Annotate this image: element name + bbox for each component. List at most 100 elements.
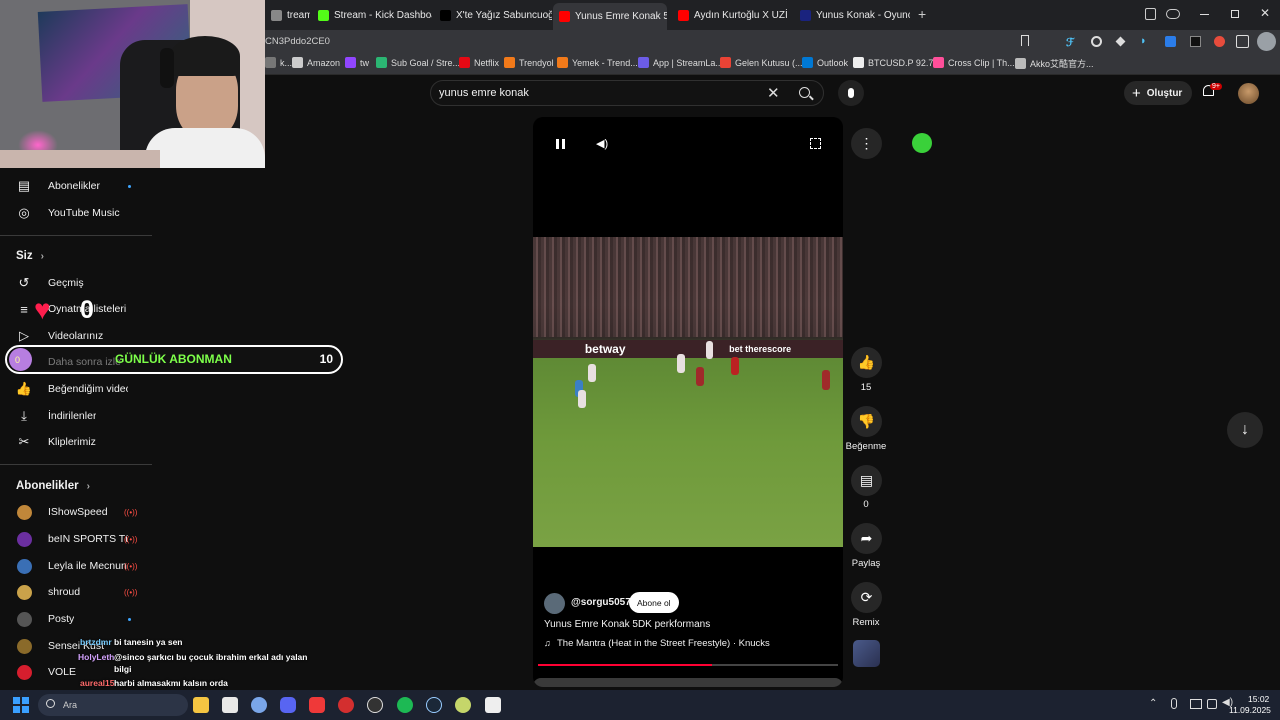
- volume-icon[interactable]: ◀): [596, 137, 608, 150]
- sidebar-item[interactable]: ⤓ İndirilenler: [0, 403, 152, 429]
- more-actions-button[interactable]: ⋮: [851, 128, 882, 159]
- sidebar-item[interactable]: ▤ Abonelikler: [0, 173, 152, 199]
- bookmark-item[interactable]: Outlook: [802, 57, 848, 68]
- share-label: Paylaş: [851, 558, 881, 569]
- chat-message: bilgi: [114, 664, 132, 674]
- discord-icon[interactable]: [280, 697, 296, 713]
- bookmark-item[interactable]: BTCUSD.P 92.7...: [853, 57, 941, 68]
- new-tab-button[interactable]: +: [918, 6, 926, 22]
- extension-icon-3[interactable]: [1115, 36, 1126, 47]
- pause-icon[interactable]: [556, 139, 565, 149]
- share-button[interactable]: ➦: [851, 523, 882, 554]
- bookmark-label: Gelen Kutusu (...: [735, 57, 803, 68]
- sidebar-item[interactable]: ↺ Geçmiş: [0, 270, 152, 296]
- extension-icon-7[interactable]: [1214, 36, 1225, 47]
- display-tray-icon[interactable]: [1190, 699, 1202, 709]
- dislike-button[interactable]: 👎: [851, 406, 882, 437]
- live-icon: ((•)): [124, 587, 138, 597]
- vivaldi-icon[interactable]: [309, 697, 325, 713]
- create-button[interactable]: + Oluştur: [1124, 81, 1192, 105]
- extension-icon-5[interactable]: [1165, 36, 1176, 47]
- bookmark-item[interactable]: Cross Clip | Th...: [933, 57, 1015, 68]
- bookmark-item[interactable]: App | StreamLa...: [638, 57, 723, 68]
- bookmark-item[interactable]: Yemek - Trend...: [557, 57, 638, 68]
- channel-avatar: [16, 611, 32, 627]
- notifications-button[interactable]: 9+: [1203, 83, 1222, 100]
- next-video-button[interactable]: ↓: [1227, 412, 1263, 448]
- browser-tab[interactable]: Aydın Kurtoğlu X UZİ - HAY: [672, 4, 790, 26]
- notification-badge: 9+: [1210, 83, 1222, 90]
- extension-icon-6[interactable]: [1190, 36, 1201, 47]
- bookmark-item[interactable]: Amazon: [292, 57, 340, 68]
- bookmark-star-icon[interactable]: [1021, 35, 1029, 46]
- bookmark-item[interactable]: Sub Goal / Stre...: [376, 57, 460, 68]
- taskbar-search[interactable]: Ara: [38, 694, 188, 716]
- music-title[interactable]: The Mantra (Heat in the Street Freestyle…: [557, 638, 770, 649]
- browser-tab[interactable]: Yunus Konak - Oyuncu profi: [794, 4, 910, 26]
- clock-time[interactable]: 15:02: [1248, 694, 1269, 704]
- bookmark-item[interactable]: Netflix: [459, 57, 499, 68]
- app-icon-1[interactable]: [251, 697, 267, 713]
- extension-icon-2[interactable]: [1091, 36, 1102, 47]
- channel-avatar[interactable]: [544, 593, 565, 614]
- bookmark-item[interactable]: Gelen Kutusu (...: [720, 57, 803, 68]
- fullscreen-icon[interactable]: [810, 138, 821, 149]
- app-icon-4[interactable]: [485, 697, 501, 713]
- search-input[interactable]: yunus emre konak ✕: [430, 80, 824, 106]
- extensions-icon[interactable]: [1236, 35, 1249, 48]
- sidebar-item[interactable]: Posty: [0, 606, 152, 632]
- app-icon-2[interactable]: [338, 697, 354, 713]
- sidebar-item[interactable]: IShowSpeed ((•)): [0, 499, 152, 525]
- browser-tab[interactable]: Yunus Emre Konak 5DK per: [553, 3, 667, 30]
- sidebar-item[interactable]: 👍 Beğendiğim videolar: [0, 376, 152, 402]
- bookmark-item[interactable]: k...: [265, 57, 292, 68]
- bookmark-item[interactable]: Akko艾酷官方...: [1015, 57, 1094, 70]
- sidebar-item[interactable]: beIN SPORTS Tü...((•)): [0, 526, 152, 552]
- voice-search-button[interactable]: [838, 80, 864, 106]
- clock-date[interactable]: 11.09.2025: [1229, 705, 1271, 715]
- close-window-icon[interactable]: ✕: [1260, 6, 1270, 20]
- sidebar-item[interactable]: ✂ Kliplerimiz: [0, 429, 152, 455]
- bookmark-item[interactable]: Trendyol: [504, 57, 554, 68]
- store-icon[interactable]: [222, 697, 238, 713]
- network-tray-icon[interactable]: [1207, 699, 1217, 709]
- sidebar-item[interactable]: shroud ((•)): [0, 579, 152, 605]
- sidebar-item-label: YouTube Music: [48, 207, 120, 219]
- sidebar-section-you[interactable]: Siz ›: [16, 250, 44, 262]
- tab-search-icon[interactable]: [1145, 8, 1156, 20]
- steam-icon[interactable]: [426, 697, 442, 713]
- mic-tray-icon[interactable]: [1171, 698, 1177, 709]
- tab-label: treaming: [287, 9, 310, 21]
- tray-chevron-icon[interactable]: ⌃: [1149, 698, 1157, 709]
- tab-label: Stream - Kick Dashboard: [334, 9, 432, 21]
- minimize-icon[interactable]: [1200, 14, 1209, 15]
- comments-button[interactable]: ▤: [851, 465, 882, 496]
- obs-icon[interactable]: [367, 697, 383, 713]
- spotify-icon[interactable]: [397, 697, 413, 713]
- like-button[interactable]: 👍: [851, 347, 882, 378]
- subscribe-button[interactable]: Abone ol: [629, 592, 679, 613]
- restore-icon[interactable]: [1231, 10, 1239, 18]
- channel-name[interactable]: @sorgu5057: [571, 597, 631, 608]
- sidebar-item[interactable]: Leyla ile Mecnun ((•)): [0, 553, 152, 579]
- progress-track[interactable]: [538, 664, 838, 666]
- browser-tab[interactable]: Stream - Kick Dashboard: [312, 4, 432, 26]
- browser-tab[interactable]: X'te Yağız Sabuncuoğlu: "C: [434, 4, 552, 26]
- extension-icon-4[interactable]: ◗: [1140, 35, 1147, 47]
- windows-start-icon[interactable]: [13, 697, 29, 713]
- sidebar-item[interactable]: ◎ YouTube Music: [0, 200, 152, 226]
- app-icon-3[interactable]: [455, 697, 471, 713]
- file-explorer-icon[interactable]: [193, 697, 209, 713]
- url-text[interactable]: CN3Pddo2CE0: [265, 36, 330, 47]
- bookmark-item[interactable]: tw: [345, 57, 369, 68]
- profile-avatar[interactable]: [1257, 32, 1276, 51]
- clear-search-icon[interactable]: ✕: [767, 84, 780, 102]
- account-avatar[interactable]: [1238, 83, 1259, 104]
- browser-tab[interactable]: treaming: [265, 4, 310, 26]
- sidebar-section-subscriptions[interactable]: Abonelikler ›: [16, 480, 90, 492]
- remix-button[interactable]: ⟳: [851, 582, 882, 613]
- cloud-icon[interactable]: [1166, 9, 1180, 19]
- shorts-player[interactable]: ◀) betway bet therescore @sorgu5057 Abon…: [533, 117, 843, 687]
- sound-thumbnail[interactable]: [853, 640, 880, 667]
- extension-icon-1[interactable]: ℱ: [1066, 36, 1078, 49]
